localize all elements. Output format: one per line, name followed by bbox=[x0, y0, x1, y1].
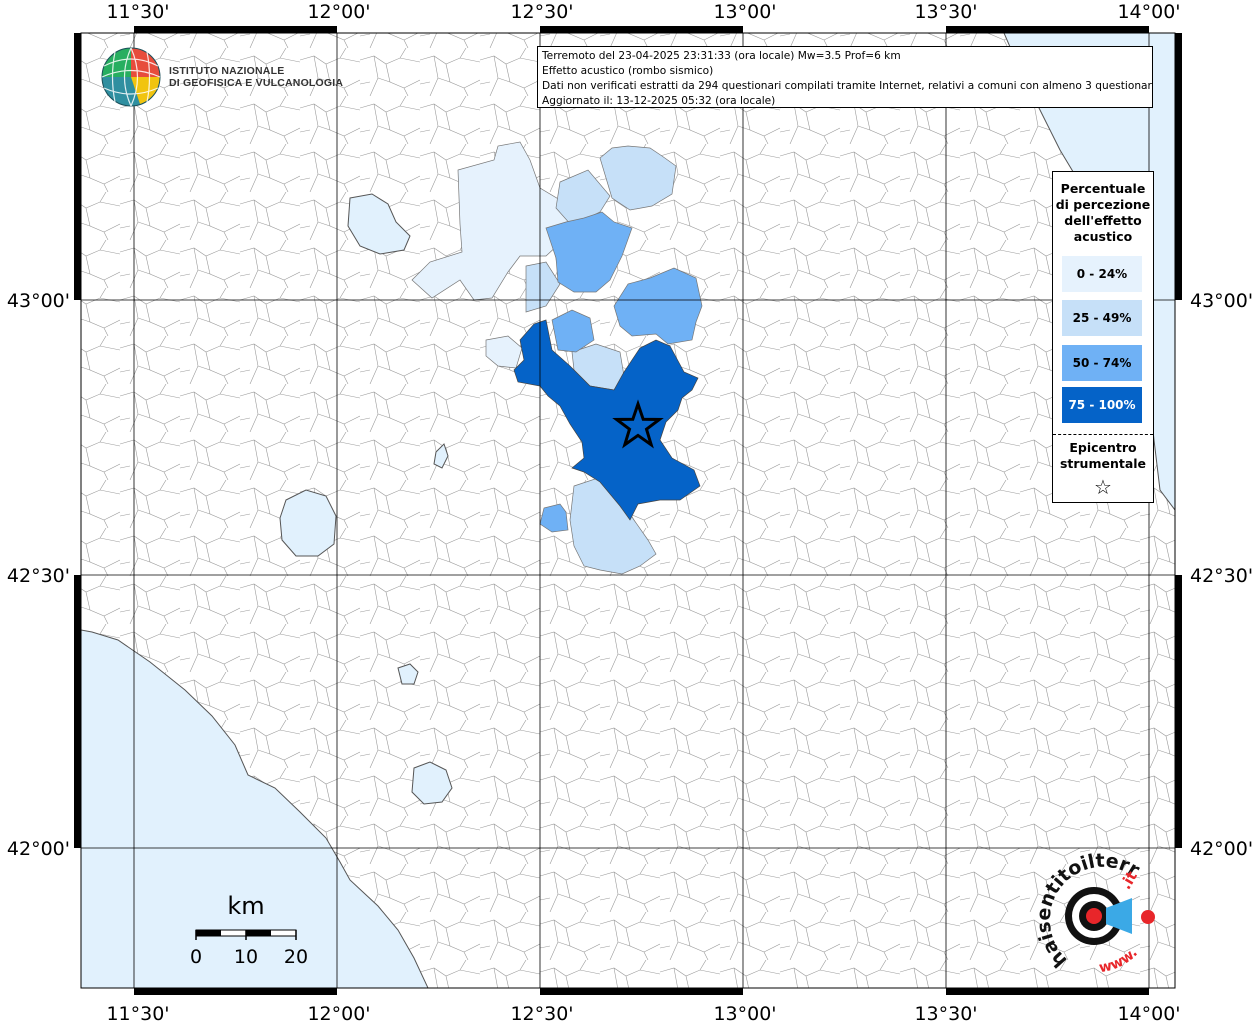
lon-label-bottom-4: 13°00' bbox=[713, 1003, 776, 1024]
map-canvas: 11°30' 12°00' 12°30' 13°00' 13°30' 14°00… bbox=[0, 0, 1253, 1024]
legend-epicenter-line-1: Epicentro bbox=[1069, 440, 1137, 455]
lat-label-right-2: 42°30' bbox=[1190, 565, 1253, 587]
legend-item-50-74: 50 - 74% bbox=[1062, 345, 1142, 381]
event-info-line-2: Effetto acustico (rombo sismico) bbox=[542, 65, 714, 77]
ingv-line-1: ISTITUTO NAZIONALE bbox=[169, 65, 285, 77]
legend-epicenter-label: Epicentro strumentale bbox=[1053, 440, 1153, 472]
lon-label-top-2: 12°00' bbox=[307, 1, 370, 23]
legend-title-line-1: Percentuale bbox=[1060, 181, 1146, 196]
lon-label-top-6: 14°00' bbox=[1117, 1, 1180, 23]
scale-tick-0: 0 bbox=[190, 946, 202, 968]
lat-label-right-1: 43°00' bbox=[1190, 290, 1253, 312]
lat-label-left-2: 42°30' bbox=[7, 565, 70, 587]
legend: Percentuale di percezione dell'effetto a… bbox=[1052, 171, 1154, 503]
event-info-line-3: Dati non verificati estratti da 294 ques… bbox=[542, 80, 1153, 92]
lon-label-bottom-2: 12°00' bbox=[307, 1003, 370, 1024]
lat-label-left-3: 42°00' bbox=[7, 838, 70, 860]
lon-label-top-3: 12°30' bbox=[510, 1, 573, 23]
scale-tick-20: 20 bbox=[284, 946, 308, 968]
lon-label-bottom-6: 14°00' bbox=[1117, 1003, 1180, 1024]
legend-item-0-24: 0 - 24% bbox=[1062, 256, 1142, 292]
lon-label-bottom-3: 12°30' bbox=[510, 1003, 573, 1024]
lon-label-bottom-1: 11°30' bbox=[106, 1003, 169, 1024]
legend-divider bbox=[1053, 434, 1153, 435]
legend-item-75-100: 75 - 100% bbox=[1062, 387, 1142, 423]
lat-label-right-3: 42°00' bbox=[1190, 838, 1253, 860]
lake-bolsena bbox=[279, 489, 337, 557]
legend-title: Percentuale di percezione dell'effetto a… bbox=[1053, 181, 1153, 245]
legend-epicenter-line-2: strumentale bbox=[1059, 456, 1147, 471]
event-info-line-4: Aggiornato il: 13-12-2025 05:32 (ora loc… bbox=[542, 95, 776, 107]
legend-title-line-2: di percezione bbox=[1055, 197, 1151, 212]
ingv-line-2: DI GEOFISICA E VULCANOLOGIA bbox=[169, 77, 344, 89]
scale-tick-10: 10 bbox=[234, 946, 258, 968]
lon-label-top-1: 11°30' bbox=[106, 1, 169, 23]
lon-label-top-4: 13°00' bbox=[713, 1, 776, 23]
event-info-line-1: Terremoto del 23-04-2025 23:31:33 (ora l… bbox=[542, 50, 901, 62]
legend-item-25-49: 25 - 49% bbox=[1062, 300, 1142, 336]
ingv-logo-icon bbox=[101, 47, 161, 107]
lat-label-left-1: 43°00' bbox=[7, 290, 70, 312]
ingv-logo-text: ISTITUTO NAZIONALE DI GEOFISICA E VULCAN… bbox=[169, 65, 343, 89]
legend-title-line-4: acustico bbox=[1073, 229, 1133, 244]
legend-star-icon: ☆ bbox=[1094, 475, 1112, 499]
lon-label-bottom-5: 13°30' bbox=[914, 1003, 977, 1024]
legend-title-line-3: dell'effetto bbox=[1064, 213, 1142, 228]
scale-unit: km bbox=[227, 892, 264, 920]
lon-label-top-5: 13°30' bbox=[914, 1, 977, 23]
event-info-box: Terremoto del 23-04-2025 23:31:33 (ora l… bbox=[537, 46, 1153, 108]
